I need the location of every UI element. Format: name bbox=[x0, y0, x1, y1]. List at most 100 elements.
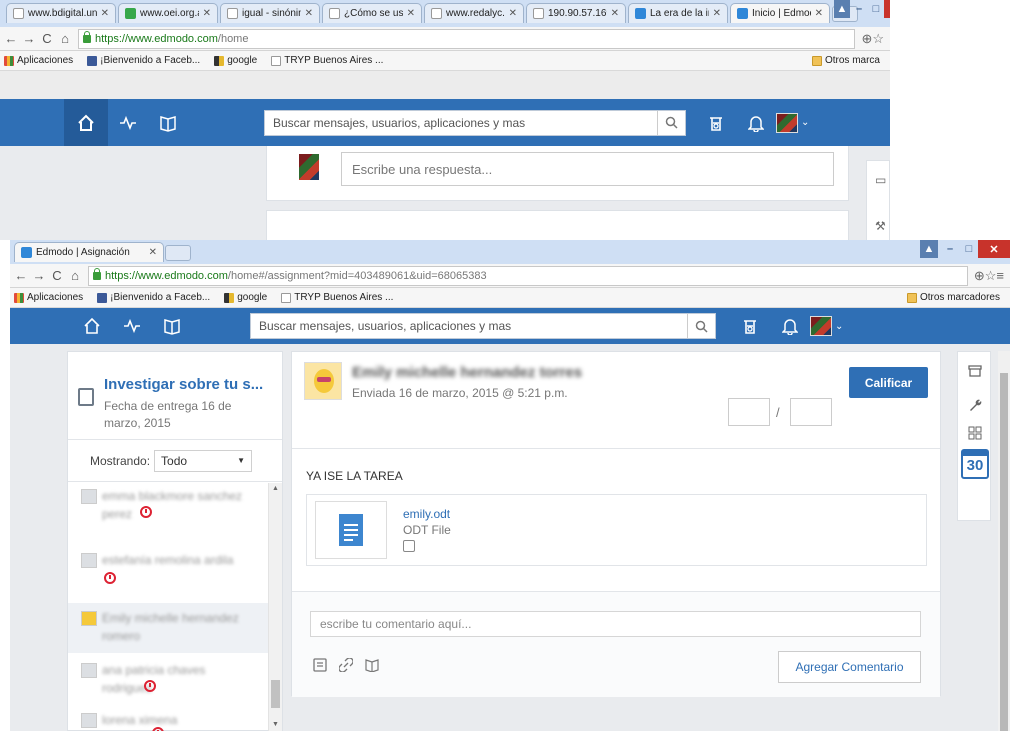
home-icon[interactable] bbox=[72, 308, 112, 344]
store-icon[interactable] bbox=[966, 362, 984, 380]
filter-select[interactable]: Todo ▼ bbox=[154, 449, 253, 472]
home-icon[interactable] bbox=[64, 99, 108, 146]
back-tab-2[interactable]: www.oei.org.ar/7E ✕ bbox=[118, 3, 218, 23]
comment-input[interactable]: escribe tu comentario aquí... bbox=[310, 611, 921, 637]
scroll-up-icon[interactable]: ▲ bbox=[272, 485, 279, 492]
grade-total-input[interactable] bbox=[790, 398, 832, 426]
close-icon[interactable]: ✕ bbox=[815, 8, 823, 19]
home-icon[interactable]: ⌂ bbox=[58, 31, 72, 46]
student-list-scrollbar[interactable]: ▲ ▼ bbox=[268, 483, 282, 731]
file-thumbnail[interactable] bbox=[315, 501, 387, 559]
file-name-link[interactable]: emily.odt bbox=[403, 507, 450, 521]
profile-avatar[interactable] bbox=[776, 112, 798, 133]
bookmark-facebook[interactable]: ¡Bienvenido a Faceb... bbox=[83, 55, 200, 66]
activity-icon[interactable] bbox=[112, 308, 152, 344]
maximize-icon[interactable]: □ bbox=[868, 0, 884, 18]
wrench-icon[interactable] bbox=[966, 396, 984, 414]
bookmark-google[interactable]: google bbox=[210, 55, 257, 66]
grade-button[interactable]: Calificar bbox=[849, 367, 928, 398]
zoom-star-icon[interactable]: ⊕☆ bbox=[861, 31, 884, 47]
reload-icon[interactable]: C bbox=[50, 268, 64, 283]
student-item[interactable]: estefanía remolina ardila bbox=[68, 543, 268, 603]
grade-input[interactable] bbox=[728, 398, 770, 426]
search-icon[interactable] bbox=[687, 314, 715, 338]
notifications-bell-icon[interactable] bbox=[770, 308, 810, 344]
bookmark-tryp[interactable]: TRYP Buenos Aires ... bbox=[277, 292, 393, 303]
bookmark-tryp[interactable]: TRYP Buenos Aires ... bbox=[267, 55, 383, 66]
minimize-icon[interactable]: – bbox=[852, 0, 866, 18]
calendar-icon[interactable]: 30 bbox=[961, 449, 989, 479]
student-item[interactable]: ana patricia chaves rodriguez bbox=[68, 653, 268, 705]
tab-edmodo-asignacion[interactable]: Edmodo | Asignación ✕ bbox=[14, 242, 164, 262]
close-icon[interactable]: ✕ bbox=[305, 8, 313, 19]
reload-icon[interactable]: C bbox=[40, 31, 54, 46]
library-icon[interactable] bbox=[148, 99, 188, 146]
close-window-icon[interactable]: ✕ bbox=[978, 240, 1010, 258]
back-tab-3[interactable]: igual - sinónimos ✕ bbox=[220, 3, 320, 23]
back-tab-6[interactable]: 190.90.57.169/cu ✕ bbox=[526, 3, 626, 23]
chevron-down-icon[interactable]: ⌄ bbox=[835, 321, 843, 332]
front-search-input[interactable]: Buscar mensajes, usuarios, aplicaciones … bbox=[250, 313, 716, 339]
bookmark-google[interactable]: google bbox=[220, 292, 267, 303]
close-window-icon[interactable] bbox=[884, 0, 890, 18]
notifications-bell-icon[interactable] bbox=[736, 99, 776, 146]
bookmark-facebook[interactable]: ¡Bienvenido a Faceb... bbox=[93, 292, 210, 303]
add-comment-button[interactable]: Agregar Comentario bbox=[778, 651, 921, 683]
close-icon[interactable]: ✕ bbox=[203, 8, 211, 19]
file-attachment[interactable]: emily.odt ODT File bbox=[306, 494, 927, 566]
new-tab-button[interactable] bbox=[165, 245, 191, 261]
close-icon[interactable]: ✕ bbox=[407, 8, 415, 19]
student-item[interactable]: emma blackmore sanchez perez bbox=[68, 483, 268, 543]
apps-grid-icon[interactable] bbox=[966, 424, 984, 442]
bookmark-apps[interactable]: Aplicaciones bbox=[10, 292, 83, 303]
back-arrow-icon[interactable]: ← bbox=[14, 268, 28, 283]
note-icon[interactable] bbox=[312, 657, 328, 673]
back-url-field[interactable]: https://www.edmodo.com /home bbox=[78, 28, 856, 49]
back-arrow-icon[interactable]: ← bbox=[4, 31, 18, 46]
link-icon[interactable] bbox=[338, 657, 354, 673]
back-tab-7[interactable]: La era de la inform ✕ bbox=[628, 3, 728, 23]
library-icon[interactable] bbox=[364, 657, 380, 673]
maximize-icon[interactable]: □ bbox=[960, 240, 978, 258]
bookmark-apps[interactable]: Aplicaciones bbox=[0, 55, 73, 66]
home-icon[interactable]: ⌂ bbox=[68, 268, 82, 283]
backpack-icon[interactable] bbox=[730, 308, 770, 344]
user-icon[interactable]: ▲ bbox=[834, 0, 850, 18]
profile-avatar[interactable] bbox=[810, 316, 832, 336]
front-url-field[interactable]: https://www.edmodo.com /home#/assignment… bbox=[88, 265, 968, 286]
library-icon[interactable] bbox=[152, 308, 192, 344]
back-tab-4[interactable]: ¿Cómo se usa y p ✕ bbox=[322, 3, 422, 23]
activity-icon[interactable] bbox=[108, 99, 148, 146]
back-search-input[interactable]: Buscar mensajes, usuarios, aplicaciones … bbox=[264, 109, 686, 136]
student-item-selected[interactable]: Emily michelle hernandez romero bbox=[68, 603, 268, 653]
forward-arrow-icon[interactable]: → bbox=[32, 268, 46, 283]
close-icon[interactable]: ✕ bbox=[509, 8, 517, 19]
student-item[interactable]: lorena ximena bbox=[68, 705, 268, 731]
chevron-down-icon[interactable]: ⌄ bbox=[801, 117, 809, 128]
scroll-thumb[interactable] bbox=[271, 680, 280, 708]
page-scroll-thumb[interactable] bbox=[1000, 373, 1008, 731]
forward-arrow-icon[interactable]: → bbox=[22, 31, 36, 46]
close-icon[interactable]: ✕ bbox=[149, 247, 157, 258]
search-icon[interactable] bbox=[657, 110, 685, 135]
back-tab-5[interactable]: www.redalyc.org/ ✕ bbox=[424, 3, 524, 23]
store-icon[interactable]: ▭ bbox=[875, 173, 886, 187]
wrench-icon[interactable]: ⚒ bbox=[875, 219, 886, 233]
page-scrollbar[interactable] bbox=[998, 351, 1010, 731]
close-icon[interactable]: ✕ bbox=[713, 8, 721, 19]
backpack-icon[interactable] bbox=[696, 99, 736, 146]
user-icon[interactable]: ▲ bbox=[920, 240, 938, 258]
close-icon[interactable]: ✕ bbox=[101, 8, 109, 19]
front-tab-strip: Edmodo | Asignación ✕ ▲ – □ ✕ bbox=[10, 240, 1010, 264]
scroll-down-icon[interactable]: ▼ bbox=[272, 721, 279, 728]
back-tab-edmodo[interactable]: Inicio | Edmodo ✕ bbox=[730, 3, 830, 23]
close-icon[interactable]: ✕ bbox=[611, 8, 619, 19]
zoom-star-menu-icon[interactable]: ⊕☆≡ bbox=[974, 268, 1004, 284]
annotate-icon[interactable] bbox=[403, 540, 415, 552]
back-tab-1[interactable]: www.bdigital.unal ✕ bbox=[6, 3, 116, 23]
minimize-icon[interactable]: – bbox=[942, 240, 958, 258]
assignment-title[interactable]: Investigar sobre tu s... bbox=[104, 376, 263, 393]
other-bookmarks[interactable]: Otros marca bbox=[808, 55, 880, 66]
other-bookmarks[interactable]: Otros marcadores bbox=[903, 292, 1000, 303]
reply-input[interactable]: Escribe una respuesta... bbox=[341, 152, 834, 186]
